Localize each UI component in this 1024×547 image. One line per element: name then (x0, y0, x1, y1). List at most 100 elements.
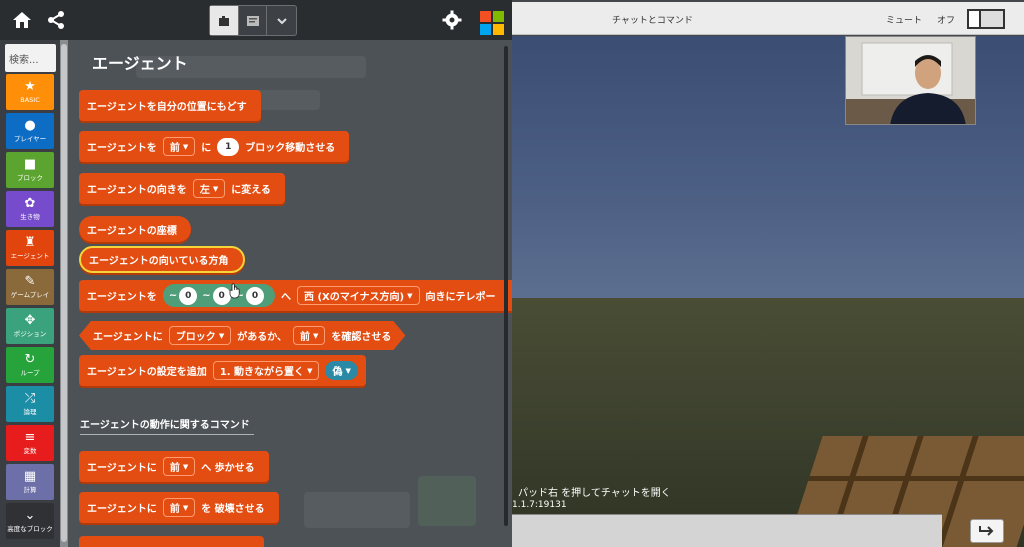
category-label: 高度なブロック (7, 525, 53, 533)
star-icon: ★ (24, 79, 36, 94)
coord-x: ~0 (168, 286, 198, 305)
category-label: 変数 (23, 447, 37, 455)
assist-setting-dropdown[interactable]: 1. 動きながら置く ▼ (212, 361, 320, 380)
toolbox-category[interactable]: ⌄ 高度なブロック (6, 503, 54, 539)
direction-dropdown[interactable]: 前 ▼ (162, 137, 196, 156)
share-icon[interactable] (46, 10, 66, 30)
coord-x-input[interactable]: 0 (179, 286, 198, 305)
calculator-icon: ▦ (23, 469, 37, 484)
shuffle-icon: ⤮ (24, 391, 36, 406)
agent-partial-block[interactable] (79, 536, 264, 547)
agent-position-block[interactable]: エージェントの座標 (79, 216, 191, 242)
dropdown-value: 偽 (332, 367, 343, 378)
toolbox-category[interactable]: ✿ 生き物 (6, 191, 54, 227)
block-label: エージェントを (87, 292, 157, 303)
home-icon[interactable] (12, 10, 32, 30)
webcam-overlay (845, 36, 976, 125)
toolbox-category[interactable]: ★ BASIC (6, 74, 54, 110)
toolbox-category[interactable]: ♜ エージェント (6, 230, 54, 266)
gear-icon[interactable] (442, 10, 462, 30)
makecode-header (0, 0, 512, 40)
toolbox-category[interactable]: ▦ 計算 (6, 464, 54, 500)
agent-teleport-block[interactable]: エージェントを ~0 ~0 ~0 へ 西 (Xのマイナス方向) ▼ 向きにテレポー (79, 280, 512, 311)
agent-detect-block[interactable]: エージェントに ブロック ▼ があるか、 前 ▼ を確認させる (79, 321, 405, 350)
boolean-false-dropdown[interactable]: 偽 ▼ (325, 361, 358, 380)
toolbox-category[interactable]: ≡ 変数 (6, 425, 54, 461)
background-block (304, 492, 410, 528)
dropdown-value: 前 (169, 143, 180, 154)
toolbox-category[interactable]: ✎ ゲームプレイ (6, 269, 54, 305)
dropdown-value: ブロック (175, 332, 216, 343)
chevron-down-icon (276, 17, 287, 24)
agent-move-block[interactable]: エージェントを 前 ▼ に 1 ブロック移動させる (79, 131, 350, 162)
compass-direction-dropdown[interactable]: 西 (Xのマイナス方向) ▼ (296, 286, 420, 305)
dropdown-value: 前 (169, 504, 180, 515)
toolbox-search-input[interactable]: 検索... (5, 44, 56, 72)
javascript-view-button[interactable] (239, 6, 268, 35)
send-button[interactable] (970, 519, 1004, 543)
detect-kind-dropdown[interactable]: ブロック ▼ (169, 326, 231, 345)
block-label: エージェントを (87, 143, 157, 154)
agent-turn-block[interactable]: エージェントの向きを 左 ▼ に変える (79, 173, 285, 204)
person-icon: ● (24, 118, 36, 133)
toolbox-category[interactable]: ✥ ポジション (6, 308, 54, 344)
turn-dropdown[interactable]: 左 ▼ (192, 179, 226, 198)
hand-cursor-icon (229, 282, 240, 298)
makecode-pane: 検索... ★ BASIC ● プレイヤー ■ ブロック ✿ 生き物 ♜ エージェント ✎ ゲームプレ… (0, 0, 512, 547)
tilde-glyph: ~ (168, 290, 178, 301)
chat-hint: パッド右 を押してチャットを開く (518, 488, 671, 499)
block-label: に変える (231, 185, 271, 196)
tilde-glyph: ~ (202, 290, 211, 301)
section-divider (80, 434, 254, 435)
caret-down-icon: ▼ (182, 462, 189, 471)
toolbox-category[interactable]: ↻ ループ (6, 347, 54, 383)
toolbox-category[interactable]: ● プレイヤー (6, 113, 54, 149)
flyout-scrollbar[interactable] (504, 46, 508, 526)
category-label: 計算 (23, 486, 37, 494)
mute-toggle[interactable] (967, 9, 1005, 29)
puzzle-icon (218, 15, 229, 26)
caret-down-icon: ▼ (182, 142, 189, 151)
arrow-right-icon (979, 526, 994, 536)
background-block (418, 476, 476, 526)
agent-teleport-to-player-block[interactable]: エージェントを自分の位置にもどす (79, 90, 261, 121)
caret-down-icon: ▼ (218, 331, 225, 340)
coord-z-input[interactable]: 0 (245, 286, 264, 305)
agent-set-assist-block[interactable]: エージェントの設定を追加 1. 動きながら置く ▼ 偽 ▼ (79, 355, 366, 386)
editor-view-toggle (209, 5, 297, 36)
category-label: 生き物 (20, 213, 40, 221)
blocks-view-button[interactable] (210, 6, 239, 35)
caret-down-icon: ▼ (407, 291, 413, 300)
chat-title: チャットとコマンド (612, 16, 693, 26)
minecraft-pane: チャットとコマンド ミュート オフ パッド右 を押してチャットを開く 1.1.7… (512, 0, 1024, 547)
number-input[interactable]: 1 (217, 137, 240, 156)
dropdown-value: 前 (169, 463, 180, 474)
toolbox-category[interactable]: ■ ブロック (6, 152, 54, 188)
category-label: BASIC (20, 96, 40, 104)
cube-icon: ■ (23, 157, 37, 172)
coord-z: ~0 (229, 282, 264, 305)
toolbox-scroll-thumb[interactable] (61, 44, 67, 542)
agent-destroy-block[interactable]: エージェントに 前 ▼ を 破壊させる (79, 492, 279, 523)
position-icon: ✥ (24, 313, 36, 328)
direction-dropdown[interactable]: 前 ▼ (162, 457, 196, 476)
chat-input[interactable] (512, 514, 942, 547)
toggle-knob (969, 11, 981, 27)
microsoft-logo (480, 11, 504, 35)
block-label: エージェントの設定を追加 (87, 367, 207, 378)
toolbox-category[interactable]: ⤮ 論理 (6, 386, 54, 422)
loop-icon: ↻ (24, 352, 36, 367)
world-position-reporter[interactable]: ~0 ~0 ~0 (162, 282, 275, 307)
plank-seam (808, 476, 1024, 481)
agent-direction-block[interactable]: エージェントの向いている方角 (79, 246, 245, 273)
coord-y: ~0 (202, 286, 231, 305)
block-label: があるか、 (237, 332, 288, 343)
block-label: に (201, 143, 212, 154)
view-dropdown-button[interactable] (267, 6, 296, 35)
direction-dropdown[interactable]: 前 ▼ (162, 498, 196, 517)
agent-walk-block[interactable]: エージェントに 前 ▼ へ 歩かせる (79, 451, 269, 482)
category-label: エージェント (10, 252, 50, 260)
flyout-title: エージェント (92, 54, 188, 73)
detect-direction-dropdown[interactable]: 前 ▼ (293, 326, 325, 345)
category-label: プレイヤー (13, 135, 47, 143)
